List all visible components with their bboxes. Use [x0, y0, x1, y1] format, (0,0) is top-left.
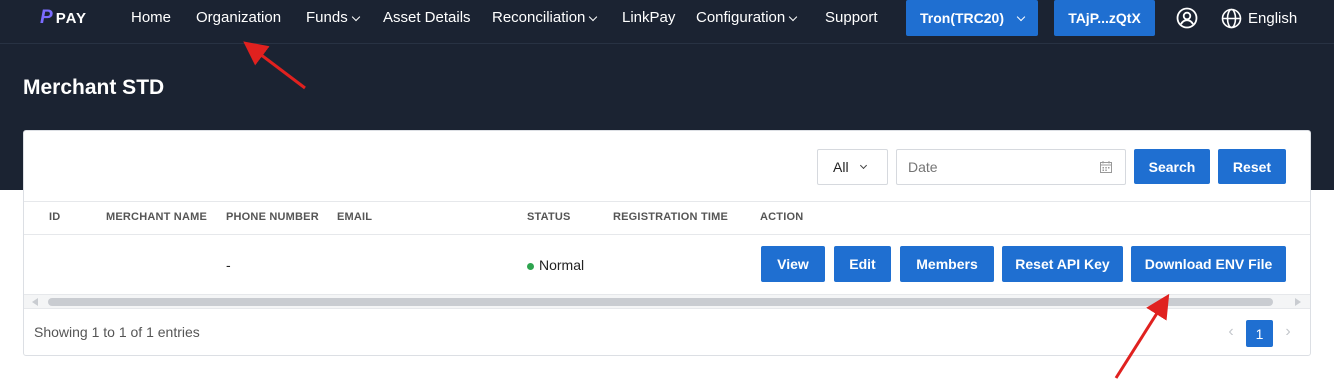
column-header-action: ACTION [760, 211, 804, 223]
nav-item-label: LinkPay [622, 9, 676, 26]
status-filter-value: All [833, 159, 849, 175]
language-selector[interactable]: English [1221, 7, 1297, 29]
nav-item-organization[interactable]: Organization [196, 8, 281, 28]
cell-phone-number: - [226, 257, 231, 273]
members-button[interactable]: Members [900, 246, 994, 282]
calendar-icon [1100, 161, 1112, 173]
wallet-address-label: TAjP...zQtX [1068, 10, 1141, 26]
download-env-file-button[interactable]: Download ENV File [1131, 246, 1286, 282]
status-dot-icon [527, 262, 534, 270]
brand-logo[interactable]: P PAY [40, 7, 88, 28]
view-button[interactable]: View [761, 246, 825, 282]
column-header-status: STATUS [527, 211, 571, 223]
edit-button[interactable]: Edit [834, 246, 891, 282]
column-header-merchant-name: MERCHANT NAME [106, 211, 207, 223]
scrollbar-thumb[interactable] [48, 298, 1273, 306]
nav-item-home[interactable]: Home [131, 8, 171, 28]
network-label: Tron(TRC20) [920, 10, 1004, 26]
page-title: Merchant STD [23, 76, 165, 99]
user-circle-icon[interactable] [1176, 7, 1198, 29]
cell-status: Normal [527, 257, 584, 273]
entries-info: Showing 1 to 1 of 1 entries [34, 324, 200, 340]
reset-api-key-button[interactable]: Reset API Key [1002, 246, 1123, 282]
nav-item-label: Configuration [696, 9, 786, 26]
chevron-down-icon [351, 12, 360, 21]
search-button[interactable]: Search [1134, 149, 1210, 184]
chevron-down-icon [1016, 12, 1026, 21]
column-header-registration-time: REGISTRATION TIME [613, 211, 729, 223]
scroll-left-icon[interactable] [32, 298, 38, 306]
nav-item-linkpay[interactable]: LinkPay [622, 8, 675, 28]
scroll-right-icon[interactable] [1295, 298, 1301, 306]
column-header-id: ID [49, 211, 61, 223]
nav-item-label: Support [825, 9, 878, 26]
status-text: Normal [539, 257, 585, 273]
nav-item-label: Home [131, 9, 172, 26]
pagination-page-1[interactable]: 1 [1246, 320, 1273, 347]
status-filter-select[interactable]: All [817, 149, 888, 185]
nav-item-label: Funds [306, 9, 348, 26]
chevron-down-icon [589, 12, 598, 21]
globe-icon [1221, 8, 1242, 28]
nav-item-label: Asset Details [383, 9, 471, 26]
pagination-prev-button[interactable]: ‹ [1224, 323, 1238, 341]
date-input[interactable] [896, 149, 1126, 185]
logo-mark: P [40, 7, 53, 28]
nav-item-label: Organization [196, 9, 282, 26]
nav-item-support[interactable]: Support [825, 8, 878, 28]
nav-item-funds[interactable]: Funds [306, 8, 360, 28]
nav-item-reconciliation[interactable]: Reconciliation [492, 8, 598, 28]
nav-item-configuration[interactable]: Configuration [696, 8, 798, 28]
wallet-address-button[interactable]: TAjP...zQtX [1054, 0, 1155, 36]
column-header-email: EMAIL [337, 211, 373, 223]
chevron-down-icon [859, 161, 867, 170]
top-navigation: P PAY Home Organization Funds Asset Deta… [0, 0, 1334, 44]
horizontal-scrollbar[interactable] [24, 295, 1310, 309]
logo-text: PAY [55, 9, 88, 27]
merchant-table-card: All Search Reset ID MERCHANT NAME PHONE … [23, 130, 1311, 356]
reset-button[interactable]: Reset [1218, 149, 1286, 184]
table-header: ID MERCHANT NAME PHONE NUMBER EMAIL STAT… [24, 201, 1310, 235]
nav-item-label: Reconciliation [492, 9, 586, 26]
nav-item-asset-details[interactable]: Asset Details [383, 8, 471, 28]
table-row: - Normal View Edit Members Reset API Key… [24, 235, 1310, 295]
pagination-next-button[interactable]: › [1281, 323, 1295, 341]
chevron-down-icon [788, 12, 798, 21]
column-header-phone-number: PHONE NUMBER [226, 211, 319, 223]
language-label: English [1248, 9, 1298, 27]
network-select-button[interactable]: Tron(TRC20) [906, 0, 1038, 36]
